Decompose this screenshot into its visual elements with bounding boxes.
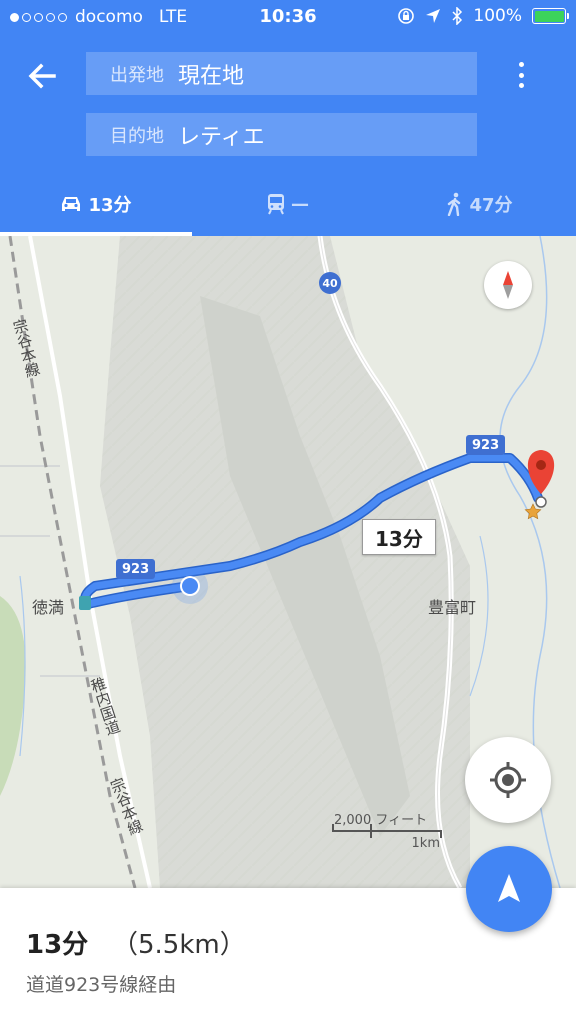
status-bar: docomo LTE 10:36 100%: [0, 0, 576, 34]
location-arrow-icon: [426, 9, 441, 23]
tab-drive-label: 13分: [88, 195, 132, 216]
tab-transit-label: —: [291, 193, 309, 215]
tab-walk-label: 47分: [469, 195, 513, 216]
tab-walk[interactable]: 47分: [384, 172, 576, 236]
battery-icon: [532, 8, 569, 24]
route-sign-923: 923: [116, 559, 156, 579]
destination-field[interactable]: 目的地 レティエ: [86, 113, 477, 156]
place-label-toyotomi: 豊富町: [428, 598, 477, 617]
destination-value: レティエ: [178, 124, 265, 150]
tab-transit[interactable]: —: [192, 172, 384, 236]
my-location-button[interactable]: [465, 737, 551, 823]
route-sign-923: 923: [466, 435, 506, 455]
route-sign-40: 40: [319, 272, 341, 294]
compass-button[interactable]: [484, 261, 532, 309]
battery-percent: 100%: [473, 6, 522, 26]
destination-label: 目的地: [110, 125, 164, 147]
route-via: 道道923号線経由: [26, 974, 177, 996]
tab-drive[interactable]: 13分: [0, 172, 192, 236]
route-time-bubble: 13分: [362, 519, 436, 555]
origin-value: 現在地: [178, 63, 245, 89]
crosshair-icon: [490, 762, 526, 798]
map-scale: 2,000 フィート 1km: [332, 807, 442, 853]
place-label-tokumitsu: 徳満: [32, 598, 65, 617]
train-icon: [268, 194, 284, 215]
back-arrow-icon[interactable]: [22, 56, 62, 96]
route-duration: 13分: [26, 930, 89, 960]
map-view[interactable]: 徳満 豊富町 宗谷本線 宗谷本線 稚内国道 923 923 40 13分 2,0…: [0, 236, 576, 888]
scale-km-label: 1km: [411, 836, 440, 851]
compass-icon: [503, 271, 513, 299]
origin-field[interactable]: 出発地 現在地: [86, 52, 477, 95]
car-icon: [62, 197, 81, 211]
more-options-icon[interactable]: [509, 58, 533, 92]
bluetooth-icon: [452, 7, 463, 25]
route-distance: （5.5km）: [112, 930, 246, 960]
rotation-lock-icon: [398, 8, 415, 24]
navigation-arrow-icon: [498, 874, 520, 902]
walk-icon: [448, 192, 461, 216]
directions-header: docomo LTE 10:36 100% 出発地 現在地 目的地 レティエ 1…: [0, 0, 576, 236]
start-navigation-button[interactable]: [466, 846, 552, 932]
travel-mode-tabs: 13分 — 47分: [0, 172, 576, 236]
scale-feet-label: 2,000 フィート: [334, 813, 428, 828]
origin-label: 出発地: [110, 64, 164, 86]
